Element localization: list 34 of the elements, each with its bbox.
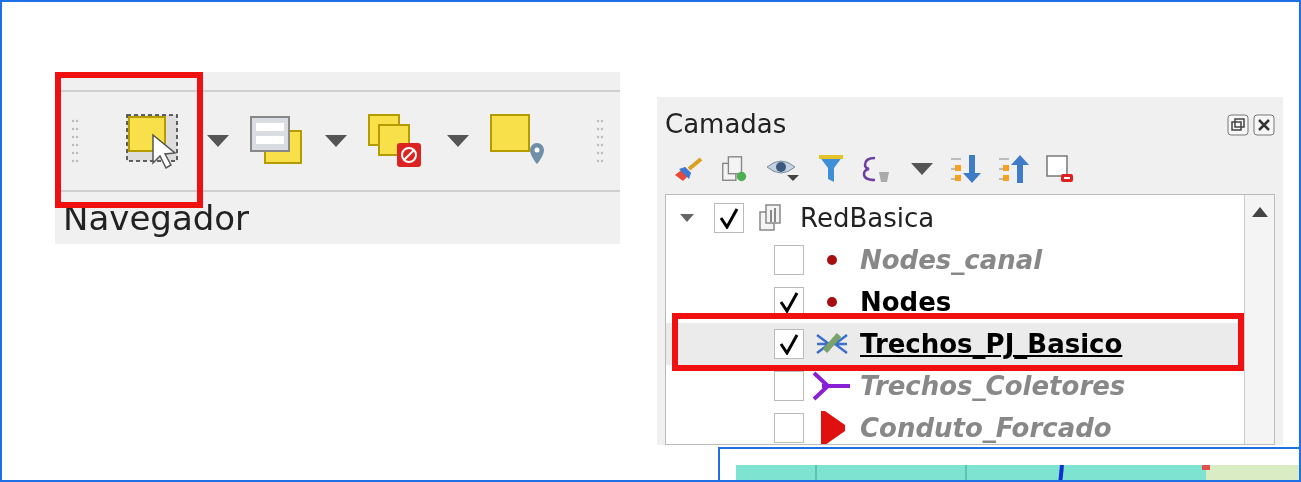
scrollbar[interactable] — [1244, 195, 1274, 444]
float-icon[interactable] — [1227, 113, 1249, 136]
expand-all-icon[interactable] — [949, 153, 981, 185]
layer-checkbox[interactable] — [774, 245, 804, 275]
layer-name: RedBasica — [800, 205, 935, 231]
paintbrush-icon[interactable] — [673, 155, 703, 183]
scroll-up-icon[interactable] — [1251, 207, 1268, 217]
collapse-all-icon[interactable] — [997, 153, 1029, 185]
filter-icon[interactable] — [817, 154, 845, 184]
layer-name: Nodes_canal — [860, 247, 1043, 273]
caret-icon[interactable] — [447, 135, 469, 147]
grip-icon[interactable] — [596, 119, 604, 163]
close-icon[interactable] — [1253, 113, 1275, 136]
dock-title: Navegador — [62, 197, 251, 240]
layer-checkbox[interactable] — [774, 329, 804, 359]
layer-checkbox[interactable] — [714, 203, 744, 233]
caret-icon[interactable] — [325, 135, 347, 147]
grip-icon[interactable] — [71, 119, 79, 163]
caret-icon[interactable] — [911, 163, 933, 175]
line-icon — [812, 371, 852, 401]
point-icon — [826, 254, 838, 266]
add-group-icon[interactable] — [719, 154, 749, 184]
layer-checkbox[interactable] — [774, 371, 804, 401]
panel-title: Camadas — [665, 108, 787, 141]
layer-name: Conduto_Forcado — [860, 415, 1112, 441]
layer-name: Trechos_PJ_Basico — [860, 331, 1123, 357]
layer-name: Trechos_Coletores — [860, 373, 1126, 399]
remove-layer-icon[interactable] — [1045, 154, 1075, 184]
layer-checkbox[interactable] — [774, 413, 804, 443]
layer-name: Nodes — [860, 289, 952, 315]
attribute-table-icon[interactable] — [249, 115, 305, 167]
point-icon — [826, 296, 838, 308]
flag-icon — [819, 411, 845, 444]
caret-icon[interactable] — [207, 135, 229, 147]
